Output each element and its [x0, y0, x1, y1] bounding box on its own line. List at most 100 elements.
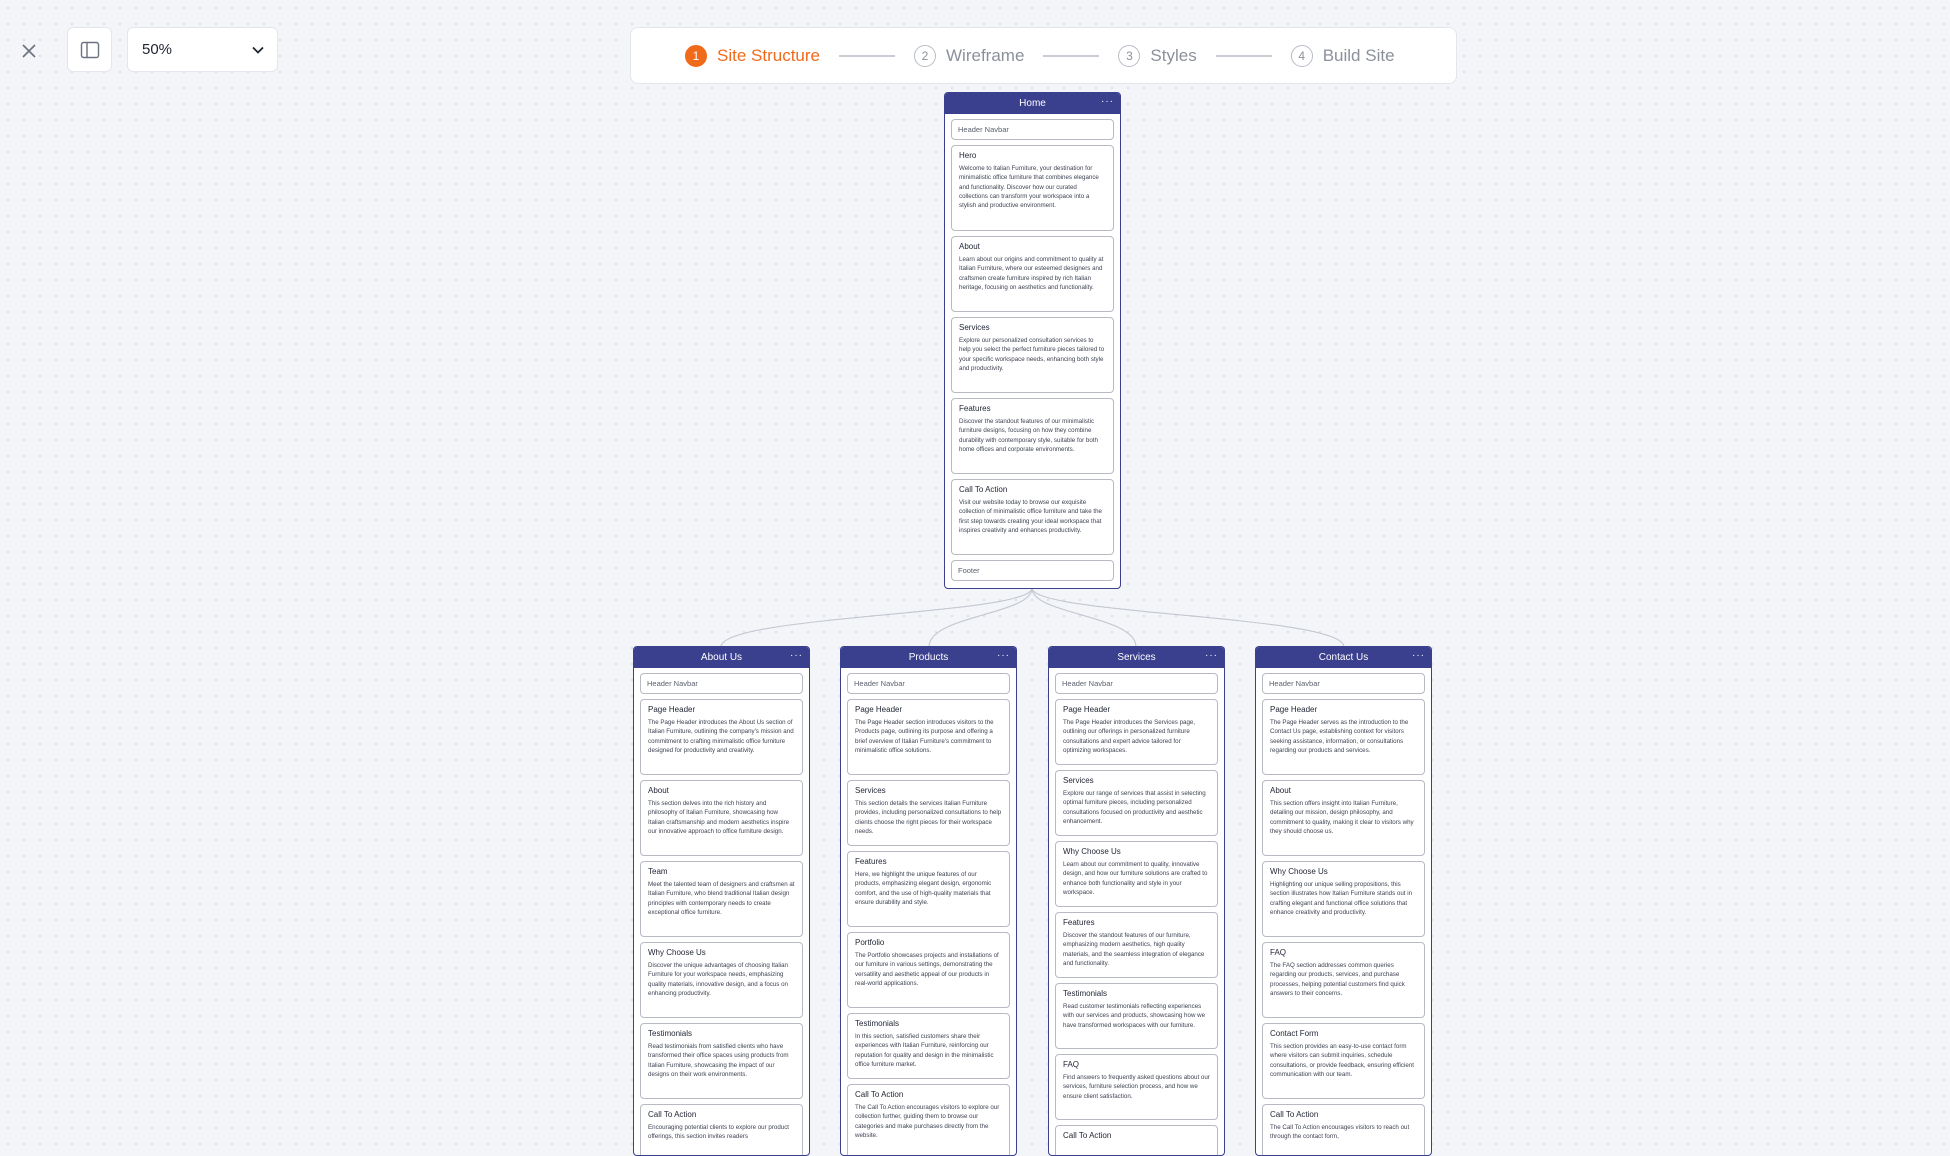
- section-description: The Call To Action encourages visitors t…: [1270, 1124, 1410, 1141]
- step-divider: [839, 54, 895, 57]
- section-services[interactable]: Services This section details the servic…: [847, 780, 1010, 846]
- section-about[interactable]: About This section delves into the rich …: [640, 780, 803, 856]
- section-why-choose-us[interactable]: Why Choose Us Learn about our commitment…: [1055, 841, 1218, 907]
- section-about[interactable]: About This section offers insight into I…: [1262, 780, 1425, 856]
- section-title: Call To Action: [959, 485, 1008, 494]
- more-options-icon[interactable]: ···: [1101, 96, 1114, 107]
- section-portfolio[interactable]: Portfolio The Portfolio showcases projec…: [847, 932, 1010, 1008]
- section-description: The Call To Action encourages visitors t…: [855, 1104, 1000, 1139]
- section-call-to-action[interactable]: Call To Action The Call To Action encour…: [1262, 1104, 1425, 1155]
- section-description: Read customer testimonials reflecting ex…: [1063, 1003, 1206, 1029]
- section-testimonials[interactable]: Testimonials Read customer testimonials …: [1055, 983, 1218, 1049]
- section-hero[interactable]: Hero Welcome to Italian Furniture, your …: [951, 145, 1114, 231]
- card-header: Services ···: [1049, 647, 1224, 668]
- section-title: Call To Action: [1063, 1131, 1112, 1140]
- step-site-structure[interactable]: 1 Site Structure: [685, 44, 820, 67]
- card-header: Products ···: [841, 647, 1016, 668]
- more-options-icon[interactable]: ···: [1412, 650, 1425, 661]
- section-description: Discover the unique advantages of choosi…: [648, 962, 788, 997]
- section-description: Discover the standout features of our fu…: [1063, 932, 1205, 967]
- section-title: Page Header: [855, 705, 903, 714]
- section-call-to-action[interactable]: Call To Action The Call To Action encour…: [847, 1084, 1010, 1155]
- section-services[interactable]: Services Explore our range of services t…: [1055, 770, 1218, 836]
- step-styles[interactable]: 3 Styles: [1118, 44, 1197, 67]
- close-icon: [22, 44, 36, 58]
- more-options-icon[interactable]: ···: [997, 650, 1010, 661]
- section-description: Encouraging potential clients to explore…: [648, 1124, 790, 1141]
- section-title: FAQ: [1270, 948, 1287, 957]
- section-call-to-action[interactable]: Call To Action: [1055, 1125, 1218, 1155]
- section-description: Highlighting our unique selling proposit…: [1270, 881, 1413, 916]
- close-button[interactable]: [14, 36, 44, 66]
- section-title: Call To Action: [855, 1090, 904, 1099]
- page-card-home[interactable]: Home ··· Header Navbar Hero Welcome to I…: [944, 92, 1121, 589]
- header-navbar-slot[interactable]: Header Navbar: [847, 673, 1010, 694]
- section-title: Page Header: [1270, 705, 1318, 714]
- header-navbar-slot[interactable]: Header Navbar: [951, 119, 1114, 140]
- header-navbar-slot[interactable]: Header Navbar: [1262, 673, 1425, 694]
- zoom-select[interactable]: 50%: [127, 27, 278, 72]
- step-number: 1: [685, 44, 707, 67]
- section-title: Services: [855, 786, 886, 795]
- header-navbar-slot[interactable]: Header Navbar: [1055, 673, 1218, 694]
- toggle-panel-button[interactable]: [67, 27, 112, 72]
- step-wireframe[interactable]: 2 Wireframe: [914, 44, 1025, 67]
- section-page-header[interactable]: Page Header The Page Header introduces t…: [1055, 699, 1218, 765]
- section-testimonials[interactable]: Testimonials Read testimonials from sati…: [640, 1023, 803, 1099]
- section-title: About: [1270, 786, 1291, 795]
- section-title: Services: [959, 323, 990, 332]
- page-card-about-us[interactable]: About Us ··· Header Navbar Page Header T…: [633, 646, 810, 1156]
- page-card-products[interactable]: Products ··· Header Navbar Page Header T…: [840, 646, 1017, 1156]
- section-why-choose-us[interactable]: Why Choose Us Discover the unique advant…: [640, 942, 803, 1018]
- section-contact-form[interactable]: Contact Form This section provides an ea…: [1262, 1023, 1425, 1099]
- section-description: The FAQ section addresses common queries…: [1270, 962, 1405, 997]
- section-page-header[interactable]: Page Header The Page Header section intr…: [847, 699, 1010, 775]
- more-options-icon[interactable]: ···: [1205, 650, 1218, 661]
- card-header: Contact Us ···: [1256, 647, 1431, 668]
- section-page-header[interactable]: Page Header The Page Header serves as th…: [1262, 699, 1425, 775]
- section-call-to-action[interactable]: Call To Action Visit our website today t…: [951, 479, 1114, 555]
- section-description: Find answers to frequently asked questio…: [1063, 1074, 1210, 1100]
- section-services[interactable]: Services Explore our personalized consul…: [951, 317, 1114, 393]
- section-description: In this section, satisfied customers sha…: [855, 1033, 994, 1068]
- zoom-value: 50%: [142, 41, 173, 58]
- page-card-services[interactable]: Services ··· Header Navbar Page Header T…: [1048, 646, 1225, 1156]
- section-team[interactable]: Team Meet the talented team of designers…: [640, 861, 803, 937]
- section-why-choose-us[interactable]: Why Choose Us Highlighting our unique se…: [1262, 861, 1425, 937]
- more-options-icon[interactable]: ···: [790, 650, 803, 661]
- section-title: Why Choose Us: [648, 948, 706, 957]
- section-description: Learn about our commitment to quality, i…: [1063, 861, 1208, 896]
- page-card-contact-us[interactable]: Contact Us ··· Header Navbar Page Header…: [1255, 646, 1432, 1156]
- step-divider: [1043, 54, 1100, 57]
- section-faq[interactable]: FAQ Find answers to frequently asked que…: [1055, 1054, 1218, 1120]
- section-title: Call To Action: [648, 1110, 697, 1119]
- section-description: Discover the standout features of our mi…: [959, 418, 1098, 453]
- section-title: Why Choose Us: [1270, 867, 1328, 876]
- section-title: Testimonials: [855, 1019, 900, 1028]
- step-label: Wireframe: [946, 45, 1025, 65]
- section-call-to-action[interactable]: Call To Action Encouraging potential cli…: [640, 1104, 803, 1155]
- section-title: Team: [648, 867, 668, 876]
- footer-slot[interactable]: Footer: [951, 560, 1114, 581]
- section-description: This section provides an easy-to-use con…: [1270, 1043, 1415, 1078]
- section-title: Call To Action: [1270, 1110, 1319, 1119]
- section-about[interactable]: About Learn about our origins and commit…: [951, 236, 1114, 312]
- page-title: Home: [1019, 98, 1046, 109]
- step-build-site[interactable]: 4 Build Site: [1290, 44, 1395, 67]
- chevron-down-icon: [252, 46, 264, 54]
- section-features[interactable]: Features Here, we highlight the unique f…: [847, 851, 1010, 927]
- section-title: Testimonials: [648, 1029, 693, 1038]
- header-navbar-slot[interactable]: Header Navbar: [640, 673, 803, 694]
- section-faq[interactable]: FAQ The FAQ section addresses common que…: [1262, 942, 1425, 1018]
- section-description: Explore our personalized consultation se…: [959, 337, 1105, 372]
- step-number: 3: [1118, 44, 1141, 67]
- page-title: Products: [908, 652, 949, 663]
- section-page-header[interactable]: Page Header The Page Header introduces t…: [640, 699, 803, 775]
- section-description: Meet the talented team of designers and …: [648, 881, 795, 916]
- section-description: The Page Header serves as the introducti…: [1270, 719, 1409, 754]
- step-label: Build Site: [1322, 45, 1395, 65]
- section-testimonials[interactable]: Testimonials In this section, satisfied …: [847, 1013, 1010, 1079]
- section-title: Features: [959, 404, 991, 413]
- section-features[interactable]: Features Discover the standout features …: [951, 398, 1114, 474]
- section-features[interactable]: Features Discover the standout features …: [1055, 912, 1218, 978]
